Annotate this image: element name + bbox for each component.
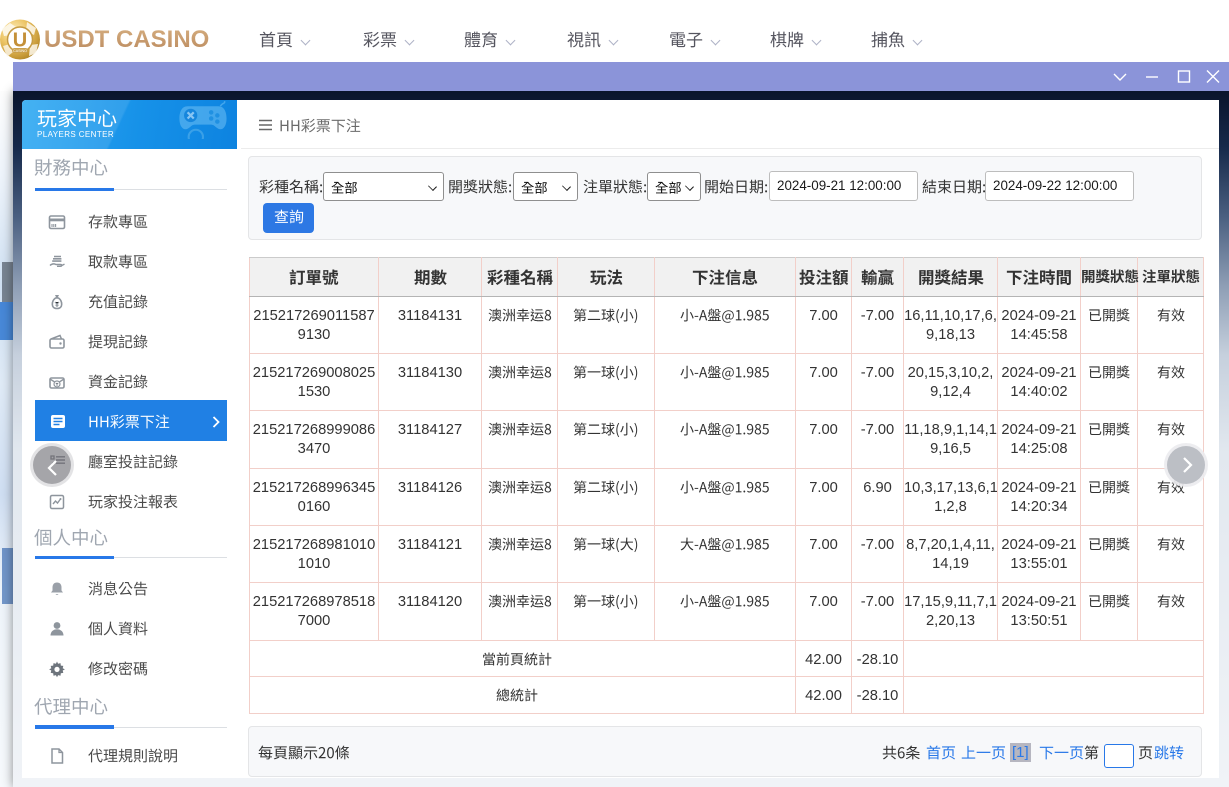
svg-text:CASINO: CASINO	[13, 49, 27, 53]
